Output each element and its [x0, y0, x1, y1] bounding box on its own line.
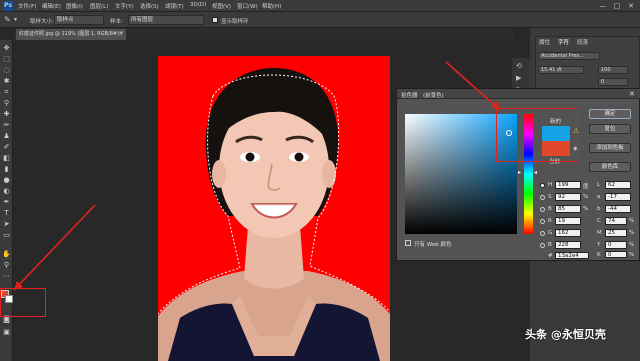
- annotation-arrows: [13, 61, 501, 291]
- watermark: 头条 @永恒贝壳: [525, 328, 606, 341]
